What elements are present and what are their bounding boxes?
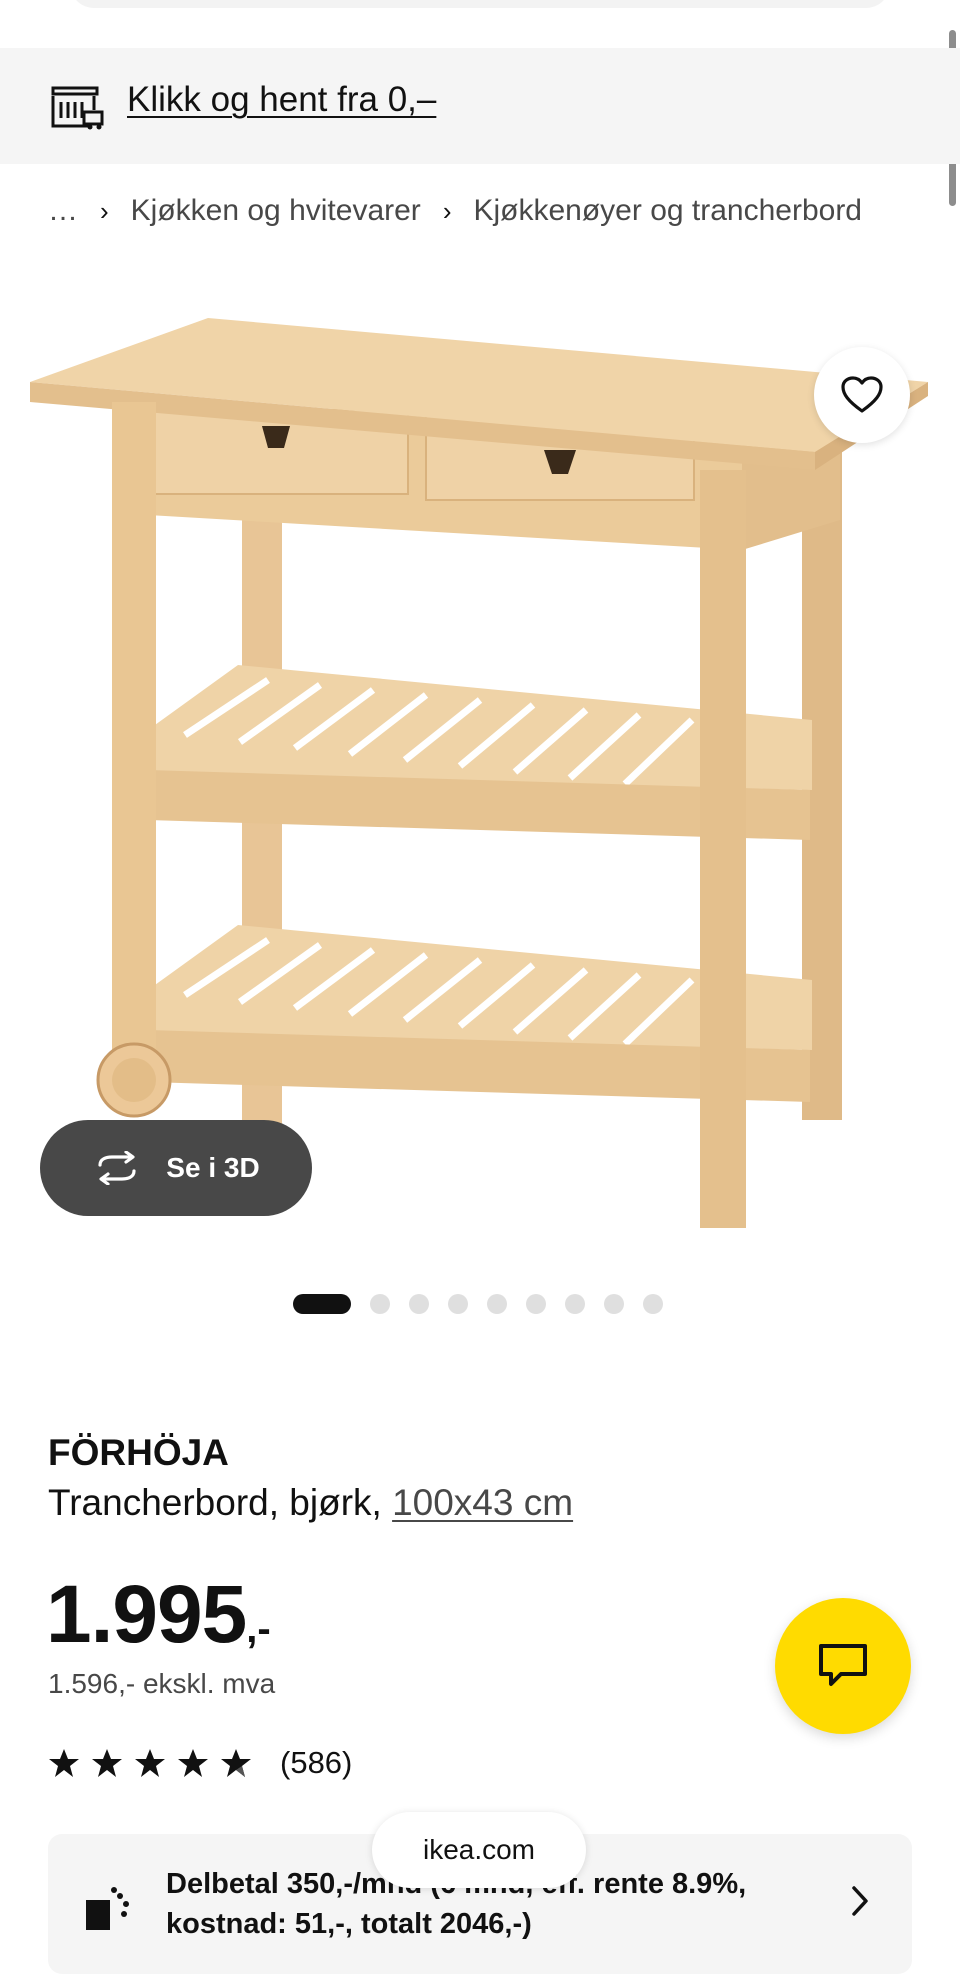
- financing-line-2: kostnad: 51,-, totalt 2046,-): [166, 1908, 532, 1940]
- carousel-dot[interactable]: [565, 1294, 585, 1314]
- price-excl-vat: 1.596,- ekskl. mva: [48, 1668, 276, 1699]
- product-name: FÖRHÖJA: [48, 1432, 229, 1473]
- store-pickup-icon: [51, 86, 104, 130]
- browser-url-pill[interactable]: ikea.com: [372, 1812, 586, 1888]
- price: 1.995 ,-: [46, 1568, 271, 1662]
- installment-icon: [86, 1887, 129, 1930]
- chevron-right-icon: [852, 1886, 868, 1916]
- chat-button[interactable]: [775, 1598, 911, 1734]
- rotate-3d-icon: [98, 1151, 136, 1185]
- promo-bar: Klikk og hent fra 0,–: [0, 48, 960, 164]
- click-and-collect-link[interactable]: Klikk og hent fra 0,–: [127, 80, 436, 120]
- search-bar-edge[interactable]: [70, 0, 890, 8]
- chevron-right-icon: ›: [100, 195, 109, 226]
- chevron-right-icon: ›: [442, 195, 452, 226]
- breadcrumb: … › Kjøkken og hvitevarer › Kjøkkenøyer …: [48, 194, 862, 228]
- rating[interactable]: (586): [48, 1745, 352, 1781]
- star-half-icon: [221, 1749, 251, 1777]
- star-icon: [92, 1749, 122, 1777]
- view-in-3d-label: Se i 3D: [166, 1152, 260, 1183]
- product-type: Trancherbord, bjørk,: [48, 1482, 393, 1523]
- breadcrumb-kitchen-appliances[interactable]: Kjøkken og hvitevarer: [131, 194, 421, 228]
- carousel-dot[interactable]: [409, 1294, 429, 1314]
- add-to-wishlist-button[interactable]: [814, 347, 910, 443]
- chat-icon: [819, 1644, 867, 1686]
- review-count: (586): [280, 1745, 353, 1780]
- carousel-dot[interactable]: [448, 1294, 468, 1314]
- breadcrumb-kitchen-islands[interactable]: Kjøkkenøyer og trancherbord: [473, 194, 862, 228]
- star-icon: [178, 1749, 208, 1777]
- view-in-3d-button[interactable]: Se i 3D: [40, 1120, 312, 1216]
- price-main: 1.995: [46, 1569, 247, 1660]
- carousel-dot[interactable]: [643, 1294, 663, 1314]
- breadcrumb-ellipsis[interactable]: …: [48, 194, 78, 228]
- carousel-dot[interactable]: [526, 1294, 546, 1314]
- carousel-dot[interactable]: [487, 1294, 507, 1314]
- rating-stars: [48, 1748, 252, 1778]
- carousel-dot-active[interactable]: [293, 1294, 351, 1314]
- product-description: Trancherbord, bjørk, 100x43 cm: [48, 1482, 573, 1524]
- heart-icon: [841, 376, 883, 413]
- star-icon: [135, 1749, 165, 1777]
- carousel-dot[interactable]: [604, 1294, 624, 1314]
- carousel-dot[interactable]: [370, 1294, 390, 1314]
- product-size-link[interactable]: 100x43 cm: [392, 1482, 573, 1523]
- price-suffix: ,-: [246, 1607, 271, 1651]
- image-carousel-indicator: [293, 1294, 663, 1314]
- star-icon: [49, 1749, 79, 1777]
